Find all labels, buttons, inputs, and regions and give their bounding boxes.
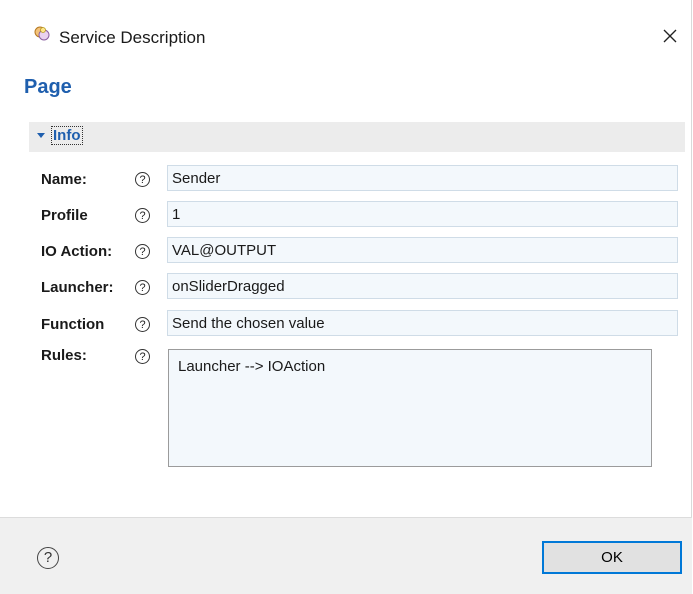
info-section-title[interactable]: Info xyxy=(51,126,83,145)
help-icon[interactable]: ? xyxy=(37,547,59,569)
profile-label: Profile xyxy=(41,207,88,224)
function-field[interactable] xyxy=(167,310,678,336)
help-icon[interactable]: ? xyxy=(135,244,150,259)
help-icon[interactable]: ? xyxy=(135,172,150,187)
eclipse-app-icon xyxy=(34,26,50,41)
service-description-dialog: Service Description Page Info Name: ? Pr… xyxy=(0,0,692,594)
io-action-label: IO Action: xyxy=(41,243,113,260)
function-label: Function xyxy=(41,316,105,333)
name-field[interactable] xyxy=(167,165,678,191)
launcher-label: Launcher: xyxy=(41,279,114,296)
rules-label: Rules: xyxy=(41,347,87,364)
info-section-header[interactable] xyxy=(29,122,685,152)
io-action-field[interactable] xyxy=(167,237,678,263)
name-label: Name: xyxy=(41,171,87,188)
help-icon[interactable]: ? xyxy=(135,317,150,332)
ok-button[interactable]: OK xyxy=(542,541,682,574)
launcher-field[interactable] xyxy=(167,273,678,299)
profile-field[interactable] xyxy=(167,201,678,227)
window-title: Service Description xyxy=(59,28,206,47)
close-icon[interactable] xyxy=(658,24,682,48)
title-bar: Service Description xyxy=(0,0,691,68)
help-icon[interactable]: ? xyxy=(135,280,150,295)
page-title: Page xyxy=(24,76,72,98)
help-icon[interactable]: ? xyxy=(135,349,150,364)
chevron-down-icon[interactable] xyxy=(37,133,45,138)
rules-textarea[interactable]: Launcher --> IOAction xyxy=(168,349,652,467)
help-icon[interactable]: ? xyxy=(135,208,150,223)
